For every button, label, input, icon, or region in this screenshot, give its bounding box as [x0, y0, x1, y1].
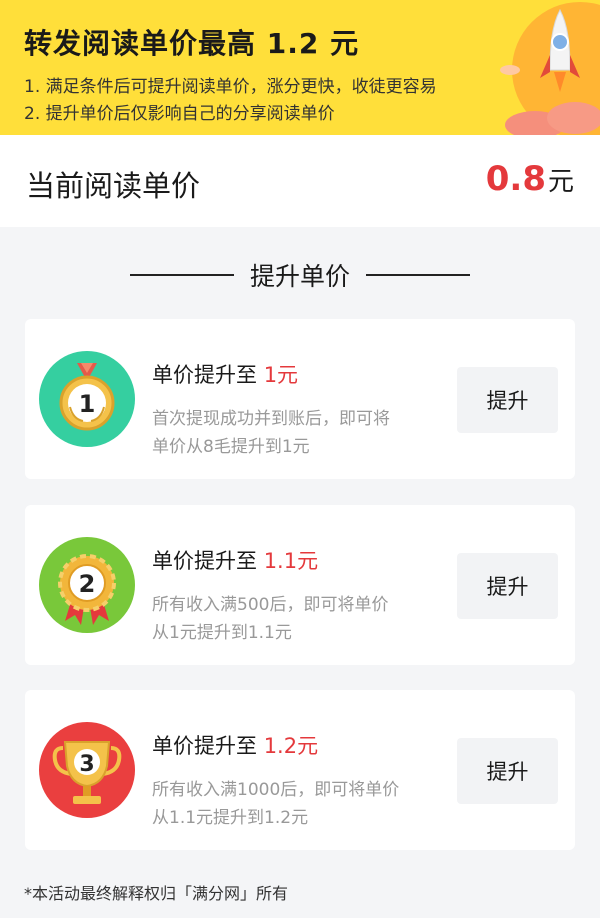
- banner-rule-1: 1. 满足条件后可提升阅读单价，涨分更快，收徒更容易: [24, 77, 437, 97]
- current-price-number: 0.8: [485, 159, 546, 199]
- gold-medal-icon: 1: [39, 351, 135, 447]
- card-title-value: 1.2元: [263, 734, 319, 758]
- upgrade-card-2: 2 单价提升至 1.1元 所有收入满500后，即可将单价 从1元提升到1.1元 …: [25, 505, 575, 665]
- card-desc-line: 所有收入满500后，即可将单价: [152, 595, 389, 615]
- card-title: 单价提升至 1.2元: [152, 730, 318, 760]
- card-title-prefix: 单价提升至: [152, 363, 264, 387]
- rosette-medal-icon: 2: [39, 537, 135, 633]
- rocket-icon: [500, 2, 600, 135]
- card-title-prefix: 单价提升至: [152, 549, 264, 573]
- card-title-prefix: 单价提升至: [152, 734, 264, 758]
- upgrade-button[interactable]: 提升: [457, 738, 558, 804]
- trophy-icon: 3: [39, 722, 135, 818]
- card-desc-line: 首次提现成功并到账后，即可将: [152, 409, 390, 429]
- card-title: 单价提升至 1元: [152, 359, 298, 389]
- card-title-value: 1元: [263, 363, 299, 387]
- current-price-row: 当前阅读单价 0.8元: [0, 135, 600, 227]
- banner-rule-2: 2. 提升单价后仅影响自己的分享阅读单价: [24, 104, 335, 124]
- current-price-label: 当前阅读单价: [26, 169, 201, 203]
- section-heading: 提升单价: [0, 250, 600, 300]
- card-title-value: 1.1元: [263, 549, 319, 573]
- card-description: 所有收入满1000后，即可将单价 从1.1元提升到1.2元: [152, 776, 442, 832]
- section-heading-text: 提升单价: [249, 262, 350, 291]
- medal-number: 3: [79, 752, 94, 777]
- card-desc-line: 单价从8毛提升到1元: [152, 437, 310, 457]
- medal-number: 2: [79, 570, 96, 598]
- card-title: 单价提升至 1.1元: [152, 545, 318, 575]
- current-price-unit: 元: [547, 167, 574, 197]
- medal-number: 1: [79, 390, 96, 418]
- upgrade-button[interactable]: 提升: [457, 553, 558, 619]
- card-desc-line: 从1元提升到1.1元: [152, 623, 292, 643]
- promo-banner: 转发阅读单价最高 1.2 元 1. 满足条件后可提升阅读单价，涨分更快，收徒更容…: [0, 0, 600, 135]
- card-description: 首次提现成功并到账后，即可将 单价从8毛提升到1元: [152, 405, 442, 461]
- card-desc-line: 所有收入满1000后，即可将单价: [152, 780, 400, 800]
- upgrade-card-3: 3 单价提升至 1.2元 所有收入满1000后，即可将单价 从1.1元提升到1.…: [25, 690, 575, 850]
- heading-divider-left: [129, 274, 234, 276]
- card-description: 所有收入满500后，即可将单价 从1元提升到1.1元: [152, 591, 442, 647]
- banner-title: 转发阅读单价最高 1.2 元: [24, 27, 360, 60]
- card-desc-line: 从1.1元提升到1.2元: [152, 808, 309, 828]
- disclaimer-note: *本活动最终解释权归「满分网」所有: [24, 884, 289, 903]
- upgrade-card-1: 1 单价提升至 1元 首次提现成功并到账后，即可将 单价从8毛提升到1元 提升: [25, 319, 575, 479]
- current-price-value: 0.8元: [486, 159, 574, 199]
- heading-divider-right: [366, 274, 470, 276]
- upgrade-button[interactable]: 提升: [457, 367, 558, 433]
